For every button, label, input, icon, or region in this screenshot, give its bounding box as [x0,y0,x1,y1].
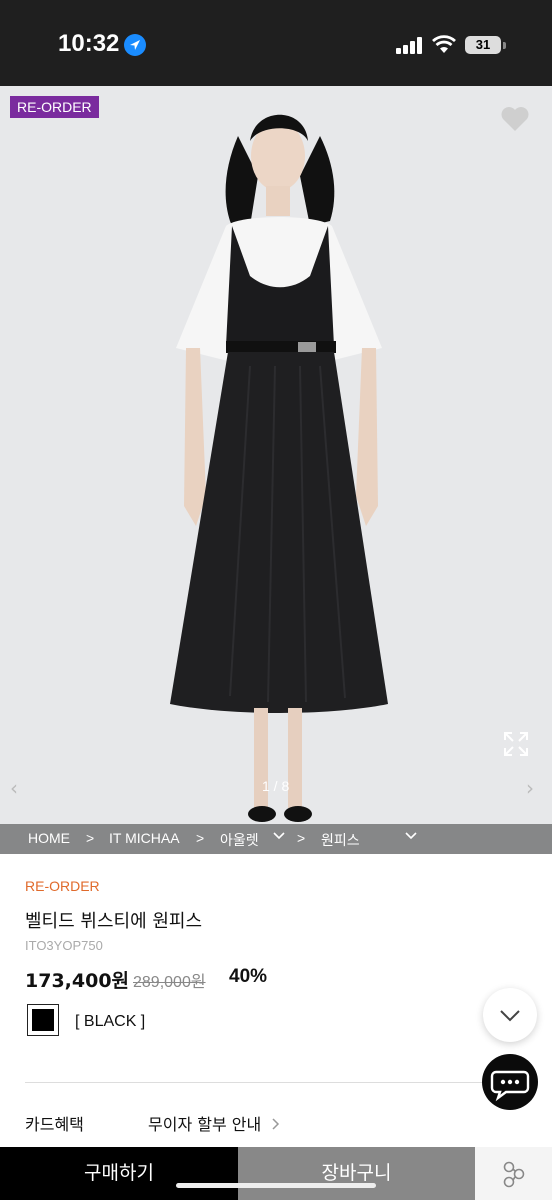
breadcrumb: HOME > IT MICHAA > 아울렛 > 원피스 [0,824,552,854]
installment-link[interactable]: 무이자 할부 안내 [148,1111,282,1135]
clock: 10:32 [58,30,120,57]
chat-button[interactable] [482,1054,538,1110]
original-price: 289,000원 [133,974,206,991]
card-benefit-label: 카드혜택 [25,1115,84,1134]
chevron-right-icon [272,1118,280,1130]
buy-button[interactable]: 구매하기 [0,1147,238,1200]
chevron-down-icon[interactable] [404,828,418,845]
divider [25,1082,527,1083]
product-image[interactable]: RE-ORDER ‹ › 1 / 8 HOME > IT MICHAA > 아울… [0,86,552,854]
next-image-icon[interactable]: › [526,776,534,800]
breadcrumb-sep: > [196,830,205,846]
breadcrumb-sep: > [297,830,306,846]
share-icon [503,1161,525,1188]
heart-icon[interactable] [500,106,530,136]
status-bar: 10:32 31 [0,0,552,86]
wifi-icon [432,35,456,59]
breadcrumb-subcategory[interactable]: 원피스 [321,830,360,850]
expand-icon[interactable] [502,730,530,762]
share-button[interactable] [475,1147,552,1200]
chevron-down-icon[interactable] [272,828,286,845]
prev-image-icon[interactable]: ‹ [10,776,18,800]
color-label: [ BLACK ] [75,1013,146,1030]
home-indicator [176,1183,376,1188]
location-icon [124,34,146,56]
breadcrumb-sep: > [86,830,95,846]
scroll-down-button[interactable] [483,988,537,1042]
model-photo [170,114,388,822]
breadcrumb-brand[interactable]: IT MICHAA [109,830,180,846]
discount-rate: 40% [229,966,268,987]
bottom-action-bar: 구매하기 장바구니 [0,1147,552,1200]
product-name: 벨티드 뷔스티에 원피스 [25,911,203,932]
sale-price: 173,400원 [25,970,130,992]
chat-icon [490,1070,530,1102]
breadcrumb-home[interactable]: HOME [28,830,70,846]
brand-label[interactable]: RE-ORDER [25,878,100,894]
installment-link-label: 무이자 할부 안내 [148,1115,262,1134]
signal-icon [396,37,424,54]
battery-tip [503,42,506,49]
chevron-down-icon [500,1010,520,1022]
image-counter: 1 / 8 [262,778,290,794]
battery-icon: 31 [465,36,501,54]
breadcrumb-category[interactable]: 아울렛 [220,830,259,850]
product-code: ITO3YOP750 [25,938,103,953]
reorder-badge: RE-ORDER [10,96,99,118]
cart-button[interactable]: 장바구니 [238,1147,475,1200]
color-swatch-black[interactable] [27,1004,59,1036]
